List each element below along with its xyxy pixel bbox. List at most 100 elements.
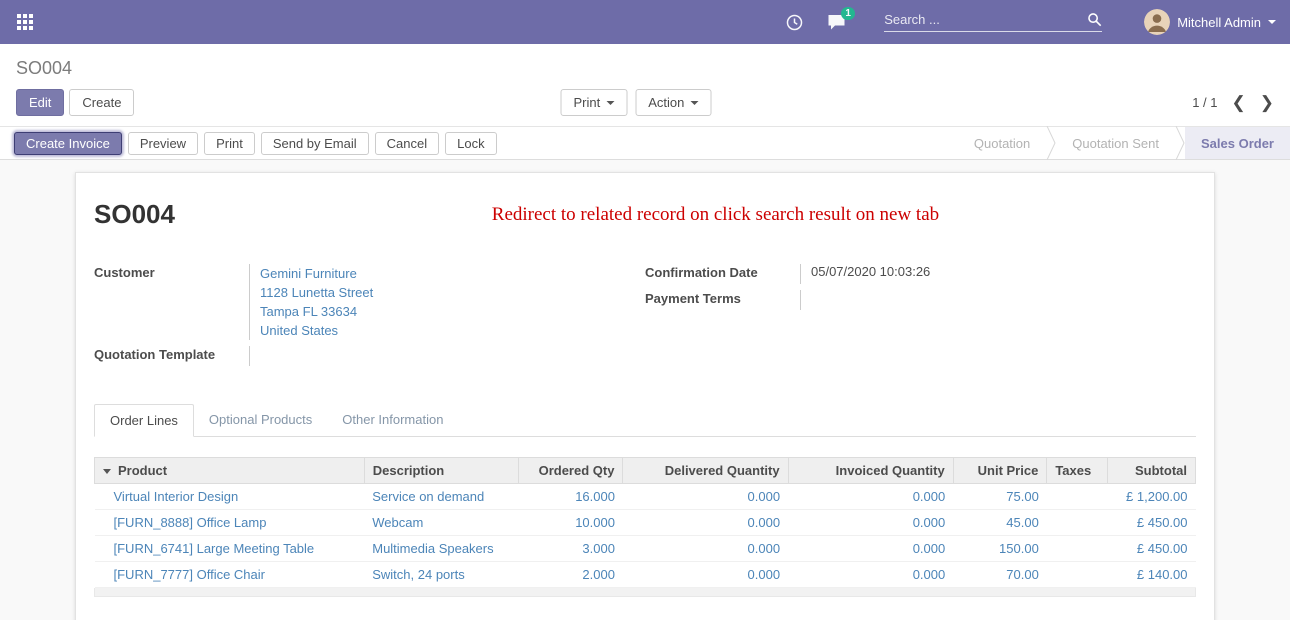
action-dropdown[interactable]: Action: [635, 89, 711, 116]
cell-ordered-qty: 2.000: [518, 562, 623, 588]
cell-description[interactable]: Switch, 24 ports: [364, 562, 518, 588]
chevron-down-icon: [690, 101, 698, 105]
payment-terms-label: Payment Terms: [645, 290, 800, 306]
table-row[interactable]: [FURN_6741] Large Meeting Table Multimed…: [95, 536, 1196, 562]
send-by-email-button[interactable]: Send by Email: [261, 132, 369, 155]
cancel-button[interactable]: Cancel: [375, 132, 439, 155]
page-title: SO004: [94, 199, 175, 230]
user-menu[interactable]: Mitchell Admin: [1144, 9, 1276, 35]
col-header-product-label: Product: [118, 463, 167, 478]
print-dropdown-label: Print: [574, 95, 601, 110]
table-row[interactable]: [FURN_8888] Office Lamp Webcam 10.000 0.…: [95, 510, 1196, 536]
status-pipeline: Quotation Quotation Sent Sales Order: [958, 127, 1290, 159]
search-input[interactable]: [884, 12, 1087, 27]
pager-counter[interactable]: 1 / 1: [1192, 95, 1217, 110]
control-panel: Edit Create Print Action 1 / 1 ❮ ❯: [0, 81, 1290, 126]
cell-invoiced-qty: 0.000: [788, 562, 953, 588]
cell-invoiced-qty: 0.000: [788, 484, 953, 510]
status-sales-order[interactable]: Sales Order: [1185, 127, 1290, 159]
apps-menu-icon[interactable]: [14, 11, 36, 33]
tab-other-information[interactable]: Other Information: [327, 404, 458, 436]
col-header-invoiced-qty: Invoiced Quantity: [788, 458, 953, 484]
confirmation-date-value: 05/07/2020 10:03:26: [800, 264, 1156, 284]
cell-product[interactable]: Virtual Interior Design: [95, 484, 365, 510]
customer-field: Customer Gemini Furniture 1128 Lunetta S…: [94, 264, 605, 340]
edit-button[interactable]: Edit: [16, 89, 64, 116]
confirmation-date-label: Confirmation Date: [645, 264, 800, 280]
right-field-column: Confirmation Date 05/07/2020 10:03:26 Pa…: [645, 264, 1196, 372]
tab-order-lines[interactable]: Order Lines: [94, 404, 194, 437]
cell-description[interactable]: Webcam: [364, 510, 518, 536]
cell-delivered-qty: 0.000: [623, 562, 788, 588]
form-sheet: SO004 Redirect to related record on clic…: [75, 172, 1215, 620]
tab-optional-products[interactable]: Optional Products: [194, 404, 327, 436]
systray: 1 Mitchell Admin: [786, 9, 1276, 35]
col-header-delivered-qty: Delivered Quantity: [623, 458, 788, 484]
cell-product[interactable]: [FURN_8888] Office Lamp: [95, 510, 365, 536]
chevron-down-icon: [606, 101, 614, 105]
cell-description[interactable]: Multimedia Speakers: [364, 536, 518, 562]
grid-icon: [17, 14, 33, 30]
status-arrow-icon: [1046, 127, 1056, 159]
expand-caret-icon[interactable]: [103, 469, 111, 474]
cell-delivered-qty: 0.000: [623, 510, 788, 536]
message-count-badge: 1: [841, 7, 855, 20]
statusbar: Create Invoice Preview Print Send by Ema…: [0, 126, 1290, 160]
cell-invoiced-qty: 0.000: [788, 536, 953, 562]
pager: 1 / 1 ❮ ❯: [1192, 94, 1274, 111]
lock-button[interactable]: Lock: [445, 132, 496, 155]
sheet-title-row: SO004 Redirect to related record on clic…: [94, 199, 1196, 230]
pager-previous-icon[interactable]: ❮: [1232, 94, 1246, 111]
content-area: SO004 Redirect to related record on clic…: [0, 160, 1290, 620]
cell-subtotal: £ 140.00: [1107, 562, 1195, 588]
preview-button[interactable]: Preview: [128, 132, 198, 155]
cell-product[interactable]: [FURN_7777] Office Chair: [95, 562, 365, 588]
status-quotation-sent[interactable]: Quotation Sent: [1056, 127, 1175, 159]
user-name: Mitchell Admin: [1177, 15, 1261, 30]
left-field-column: Customer Gemini Furniture 1128 Lunetta S…: [94, 264, 645, 372]
messages-icon[interactable]: 1: [827, 14, 846, 31]
statusbar-buttons: Create Invoice Preview Print Send by Ema…: [0, 127, 497, 159]
customer-country-link[interactable]: United States: [260, 321, 605, 340]
customer-name-link[interactable]: Gemini Furniture: [260, 264, 605, 283]
cell-delivered-qty: 0.000: [623, 536, 788, 562]
cell-subtotal: £ 1,200.00: [1107, 484, 1195, 510]
breadcrumb: SO004: [0, 44, 1290, 81]
order-lines-table: Product Description Ordered Qty Delivere…: [94, 457, 1196, 597]
quotation-template-value: [249, 346, 605, 366]
col-header-product: Product: [95, 458, 365, 484]
cell-ordered-qty: 3.000: [518, 536, 623, 562]
activities-clock-icon[interactable]: [786, 14, 803, 31]
create-button[interactable]: Create: [69, 89, 134, 116]
cell-product[interactable]: [FURN_6741] Large Meeting Table: [95, 536, 365, 562]
search-icon[interactable]: [1087, 12, 1102, 27]
print-button[interactable]: Print: [204, 132, 255, 155]
cell-description[interactable]: Service on demand: [364, 484, 518, 510]
breadcrumb-record-title: SO004: [16, 58, 72, 78]
cell-unit-price: 75.00: [953, 484, 1047, 510]
cell-unit-price: 70.00: [953, 562, 1047, 588]
cell-taxes: [1047, 562, 1108, 588]
customer-value: Gemini Furniture 1128 Lunetta Street Tam…: [249, 264, 605, 340]
status-quotation[interactable]: Quotation: [958, 127, 1046, 159]
confirmation-date-field: Confirmation Date 05/07/2020 10:03:26: [645, 264, 1156, 284]
table-row[interactable]: [FURN_7777] Office Chair Switch, 24 port…: [95, 562, 1196, 588]
table-row[interactable]: Virtual Interior Design Service on deman…: [95, 484, 1196, 510]
edit-create-buttons: Edit Create: [16, 89, 134, 116]
cell-ordered-qty: 16.000: [518, 484, 623, 510]
col-header-unit-price: Unit Price: [953, 458, 1047, 484]
customer-street-link[interactable]: 1128 Lunetta Street: [260, 283, 605, 302]
payment-terms-field: Payment Terms: [645, 290, 1156, 310]
table-footer-strip: [94, 588, 1196, 597]
action-dropdown-label: Action: [648, 95, 684, 110]
col-header-taxes: Taxes: [1047, 458, 1108, 484]
pager-next-icon[interactable]: ❯: [1260, 94, 1274, 111]
cell-ordered-qty: 10.000: [518, 510, 623, 536]
cell-delivered-qty: 0.000: [623, 484, 788, 510]
create-invoice-button[interactable]: Create Invoice: [14, 132, 122, 155]
col-header-ordered-qty: Ordered Qty: [518, 458, 623, 484]
customer-city-link[interactable]: Tampa FL 33634: [260, 302, 605, 321]
print-dropdown[interactable]: Print: [561, 89, 628, 116]
cell-taxes: [1047, 484, 1108, 510]
payment-terms-value: [800, 290, 1156, 310]
